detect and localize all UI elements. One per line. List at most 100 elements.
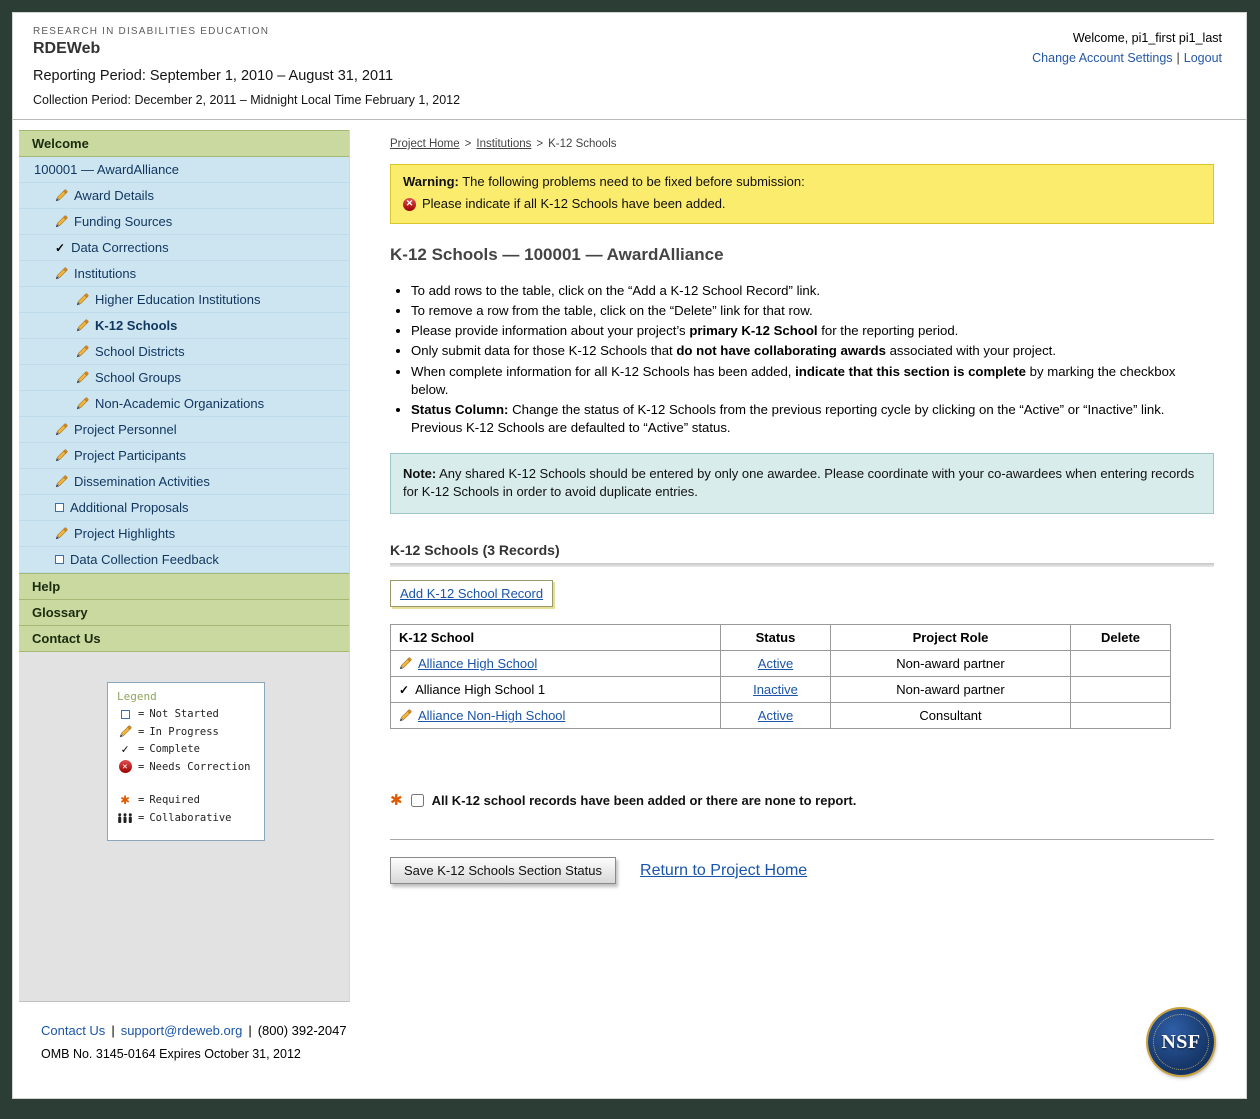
sidebar-item-data-collection-feedback[interactable]: Data Collection Feedback xyxy=(19,547,349,573)
sidebar-item-award[interactable]: 100001 — AwardAlliance xyxy=(19,157,349,183)
status-link[interactable]: Active xyxy=(758,656,793,671)
not-started-icon xyxy=(55,555,64,564)
logout-link[interactable]: Logout xyxy=(1184,51,1222,65)
save-section-status-button[interactable]: Save K-12 Schools Section Status xyxy=(390,857,616,884)
separator: | xyxy=(111,1023,114,1038)
add-k12-school-record-link[interactable]: Add K-12 School Record xyxy=(400,586,543,601)
column-header-delete: Delete xyxy=(1071,625,1171,651)
return-to-project-home-link[interactable]: Return to Project Home xyxy=(640,862,807,880)
pencil-icon xyxy=(55,475,68,488)
page-header: RESEARCH IN DISABILITIES EDUCATION RDEWe… xyxy=(13,13,1246,120)
sidebar-item-institutions[interactable]: Institutions xyxy=(19,261,349,287)
body-row: Welcome 100001 — AwardAlliance Award Det… xyxy=(13,120,1246,1002)
error-icon xyxy=(403,198,416,211)
warning-title: Warning: xyxy=(403,174,459,189)
breadcrumb-current: K-12 Schools xyxy=(548,138,616,150)
footer-contact-line: Contact Us | support@rdeweb.org | (800) 392-… xyxy=(41,1023,1246,1038)
pencil-icon xyxy=(55,267,68,280)
instructions-list: To add rows to the table, click on the “… xyxy=(390,282,1214,438)
app-title: RDEWeb xyxy=(33,40,460,58)
pencil-icon xyxy=(55,189,68,202)
welcome-user: Welcome, pi1_first pi1_last xyxy=(1032,31,1222,45)
sidebar-section-contact-us[interactable]: Contact Us xyxy=(19,626,349,652)
sidebar-item-award-details[interactable]: Award Details xyxy=(19,183,349,209)
header-right: Welcome, pi1_first pi1_last Change Accou… xyxy=(1032,26,1222,107)
sidebar-item-data-corrections[interactable]: Data Corrections xyxy=(19,235,349,261)
note-box: Note: Any shared K-12 Schools should be … xyxy=(390,453,1214,515)
page-title: K-12 Schools — 100001 — AwardAlliance xyxy=(390,245,1214,265)
sidebar-item-funding-sources[interactable]: Funding Sources xyxy=(19,209,349,235)
sidebar-item-higher-ed-institutions[interactable]: Higher Education Institutions xyxy=(19,287,349,313)
pencil-icon xyxy=(76,371,89,384)
org-name: RESEARCH IN DISABILITIES EDUCATION xyxy=(33,26,460,37)
page: RESEARCH IN DISABILITIES EDUCATION RDEWe… xyxy=(12,12,1247,1099)
footer-phone: (800) 392-2047 xyxy=(258,1023,347,1038)
note-title: Note: xyxy=(403,466,436,481)
records-rule xyxy=(390,563,1214,567)
breadcrumb-project-home-link[interactable]: Project Home xyxy=(390,138,460,150)
column-header-school: K-12 School xyxy=(391,625,721,651)
footer-email-link[interactable]: support@rdeweb.org xyxy=(121,1023,243,1038)
page-footer: Contact Us | support@rdeweb.org | (800) 392-… xyxy=(13,1002,1246,1098)
pencil-icon xyxy=(55,215,68,228)
legend-item-complete: = Complete xyxy=(117,743,255,755)
not-started-icon xyxy=(117,710,133,719)
sidebar-section-welcome[interactable]: Welcome xyxy=(19,130,349,157)
delete-cell xyxy=(1071,703,1171,729)
k12-schools-table: K-12 School Status Project Role Delete A… xyxy=(390,624,1171,729)
breadcrumb: Project Home > Institutions > K-12 Schools xyxy=(390,138,1214,150)
error-icon xyxy=(117,760,133,773)
sidebar-section-help[interactable]: Help xyxy=(19,573,349,600)
legend-item-in-progress: = In Progress xyxy=(117,725,255,738)
change-account-settings-link[interactable]: Change Account Settings xyxy=(1032,51,1172,65)
sidebar-item-project-participants[interactable]: Project Participants xyxy=(19,443,349,469)
sidebar-item-dissemination-activities[interactable]: Dissemination Activities xyxy=(19,469,349,495)
header-left: RESEARCH IN DISABILITIES EDUCATION RDEWe… xyxy=(33,26,460,107)
nsf-logo: NSF xyxy=(1148,1009,1214,1075)
instruction-item: When complete information for all K-12 S… xyxy=(411,363,1214,399)
sidebar-item-k12-schools[interactable]: K-12 Schools xyxy=(19,313,349,339)
add-record-box: Add K-12 School Record xyxy=(390,580,553,607)
sidebar-item-project-highlights[interactable]: Project Highlights xyxy=(19,521,349,547)
separator: | xyxy=(248,1023,251,1038)
actions-row: Save K-12 Schools Section Status Return … xyxy=(390,857,1214,884)
pencil-icon xyxy=(76,397,89,410)
footer-contact-us-link[interactable]: Contact Us xyxy=(41,1023,105,1038)
section-complete-checkbox[interactable] xyxy=(411,794,424,807)
sidebar-item-project-personnel[interactable]: Project Personnel xyxy=(19,417,349,443)
separator: | xyxy=(1177,51,1180,65)
sidebar-item-school-districts[interactable]: School Districts xyxy=(19,339,349,365)
check-icon xyxy=(399,684,409,696)
warning-box: Warning: The following problems need to … xyxy=(390,164,1214,224)
legend-item-needs-correction: = Needs Correction xyxy=(117,760,255,773)
warning-item: Please indicate if all K-12 Schools have… xyxy=(422,196,726,213)
table-row: Alliance High School 1 Inactive Non-awar… xyxy=(391,677,1171,703)
project-role: Consultant xyxy=(919,708,981,723)
pencil-icon xyxy=(399,657,412,670)
breadcrumb-separator: > xyxy=(465,138,472,150)
completion-label: All K-12 school records have been added … xyxy=(432,793,857,808)
column-header-project-role: Project Role xyxy=(831,625,1071,651)
table-row: Alliance High School Active Non-award pa… xyxy=(391,651,1171,677)
status-link[interactable]: Inactive xyxy=(753,682,798,697)
project-role: Non-award partner xyxy=(896,656,1004,671)
breadcrumb-separator: > xyxy=(536,138,543,150)
pencil-icon xyxy=(76,319,89,332)
pencil-icon xyxy=(76,345,89,358)
note-text: Any shared K-12 Schools should be entere… xyxy=(403,466,1194,500)
sidebar-item-non-academic-organizations[interactable]: Non-Academic Organizations xyxy=(19,391,349,417)
sidebar-section-glossary[interactable]: Glossary xyxy=(19,600,349,626)
school-link[interactable]: Alliance High School xyxy=(418,656,537,671)
pencil-icon xyxy=(55,449,68,462)
pencil-icon xyxy=(55,527,68,540)
breadcrumb-institutions-link[interactable]: Institutions xyxy=(476,138,531,150)
status-link[interactable]: Active xyxy=(758,708,793,723)
instruction-item: Only submit data for those K-12 Schools … xyxy=(411,342,1214,360)
main-content: Project Home > Institutions > K-12 Schools W… xyxy=(350,130,1246,1002)
sidebar-item-school-groups[interactable]: School Groups xyxy=(19,365,349,391)
collection-period: Collection Period: December 2, 2011 – Mi… xyxy=(33,93,460,107)
sidebar-item-additional-proposals[interactable]: Additional Proposals xyxy=(19,495,349,521)
instruction-item: To remove a row from the table, click on… xyxy=(411,302,1214,320)
window-frame: RESEARCH IN DISABILITIES EDUCATION RDEWe… xyxy=(0,0,1260,1119)
school-link[interactable]: Alliance Non-High School xyxy=(418,708,565,723)
